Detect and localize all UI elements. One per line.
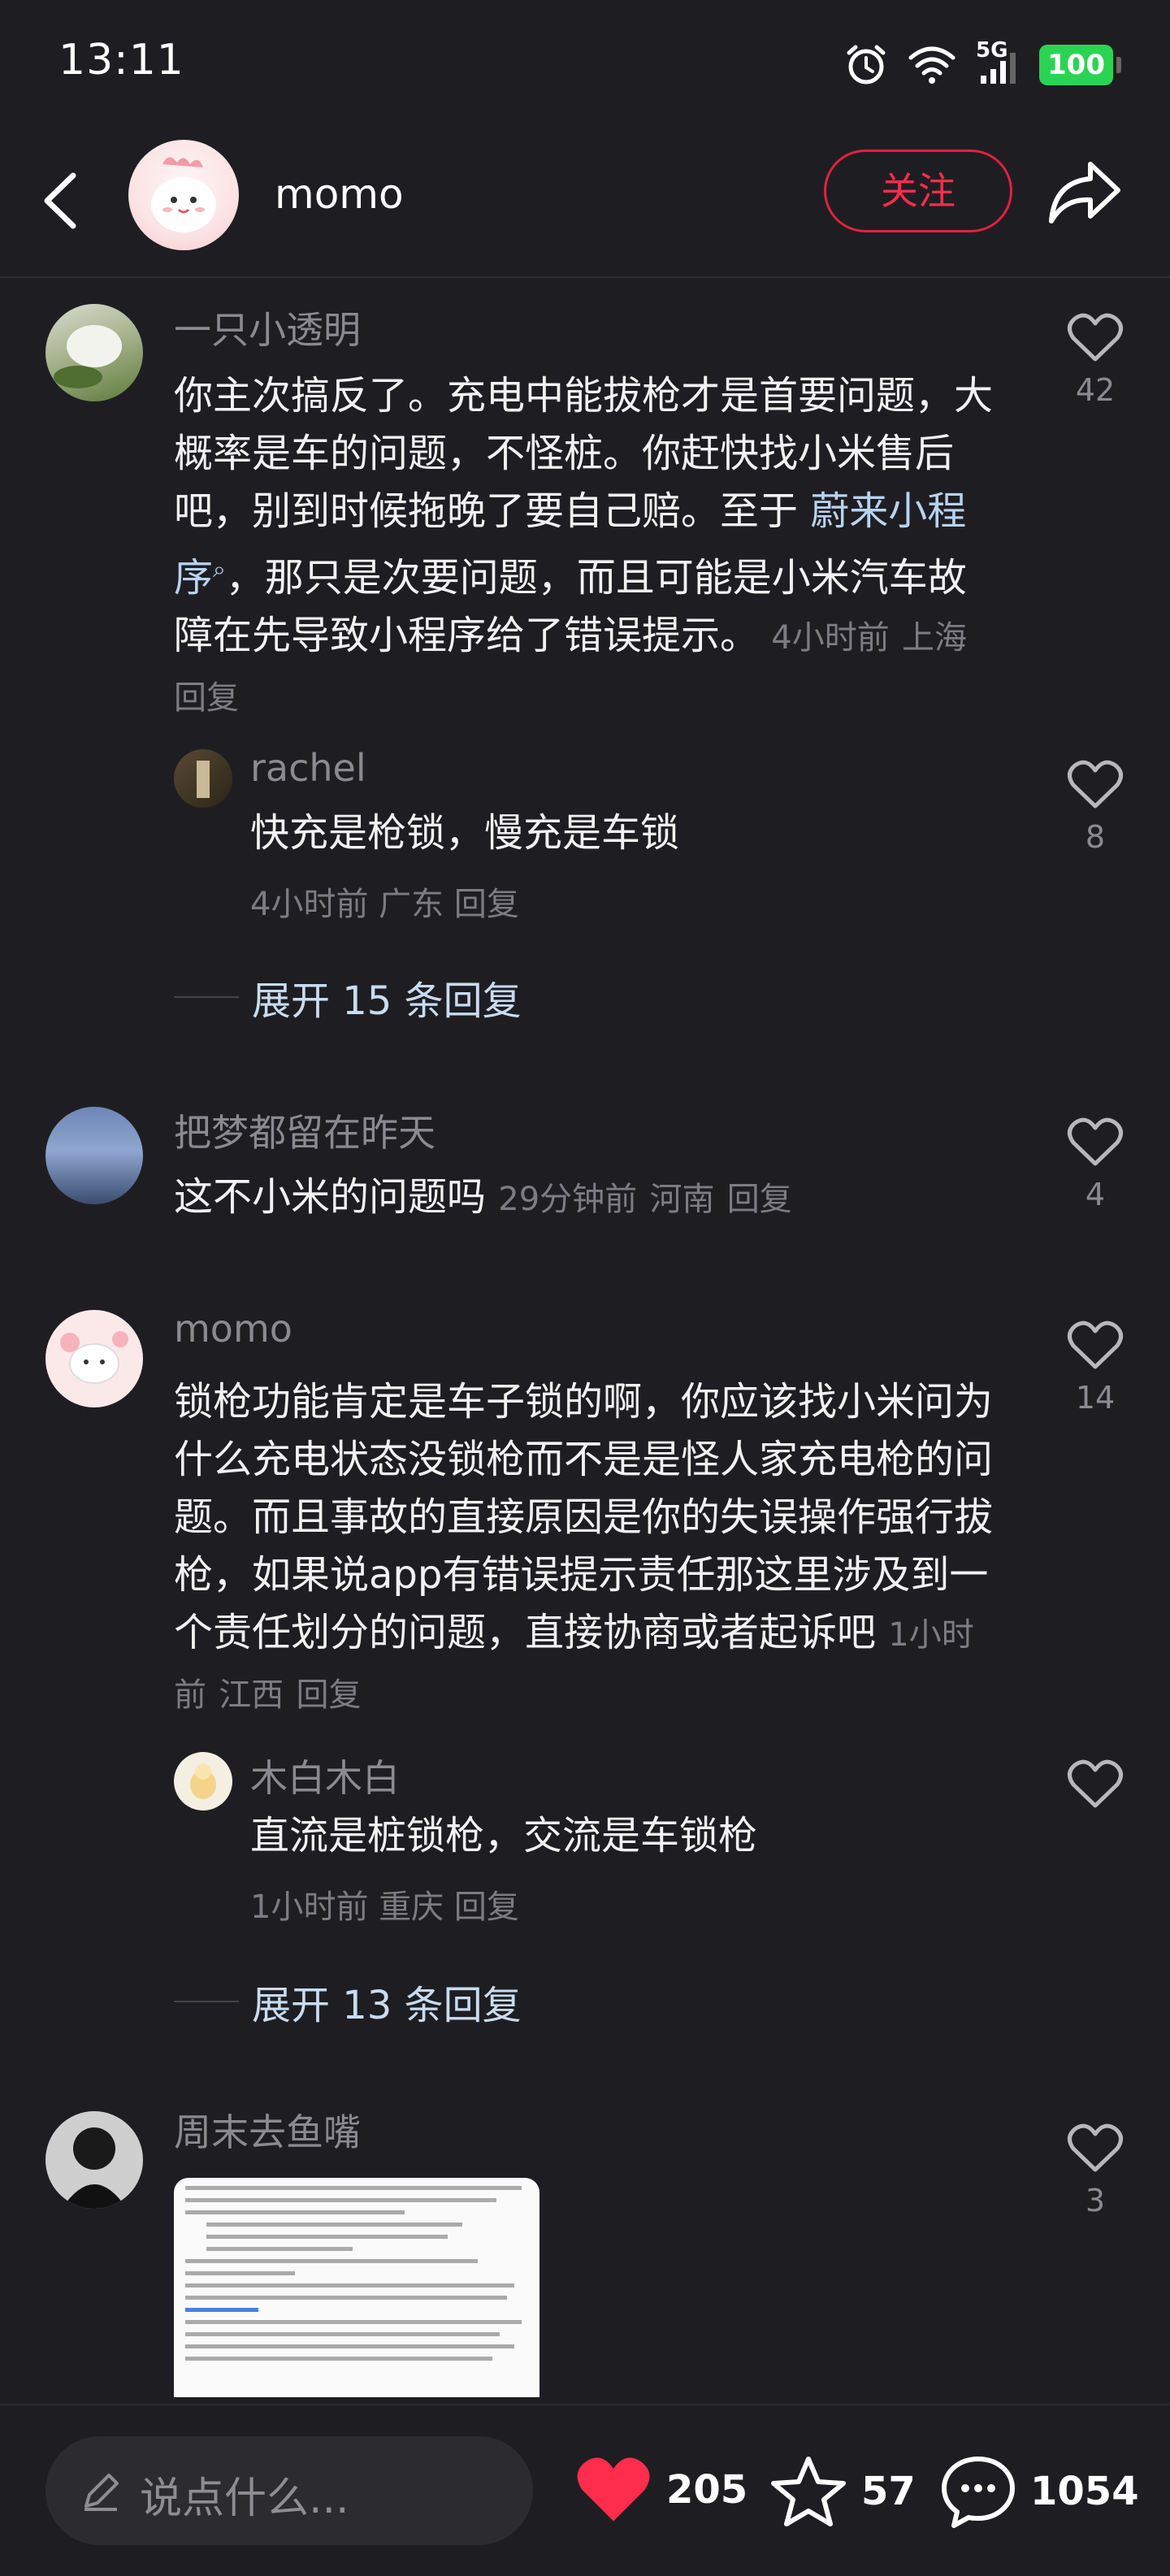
like-count: 3: [1085, 2183, 1106, 2218]
comment-item: 一只小透明 你主次搞反了。充电中能拔枪才是首要问题，大概率是车的问题，不怪桩。你…: [0, 293, 1170, 717]
comment-text: 快充是枪锁，慢充是车锁: [250, 810, 680, 856]
comment-region: 江西: [219, 1676, 284, 1714]
status-bar: 13:11 5G 100: [0, 0, 1170, 130]
like-button[interactable]: 14: [1060, 1320, 1131, 1416]
comment-text: 锁枪功能肯定是车子锁的啊，你应该找小米问为什么充电状态没锁枪而不是是怪人家充电枪…: [174, 1373, 1003, 1724]
like-count: 42: [1075, 372, 1116, 408]
back-icon[interactable]: [32, 164, 89, 237]
comment-author[interactable]: 木白木白: [250, 1749, 400, 1802]
comment-image[interactable]: [174, 2178, 540, 2397]
comment-input[interactable]: 说点什么...: [46, 2436, 533, 2545]
reply-button[interactable]: 回复: [727, 1181, 792, 1218]
heart-icon: [1068, 1117, 1123, 1166]
status-time: 13:11: [58, 36, 184, 85]
input-placeholder: 说点什么...: [140, 2474, 349, 2523]
star-icon: [771, 2457, 846, 2526]
like-post-button[interactable]: 205: [574, 2454, 748, 2526]
expand-replies-label: 展开 13 条回复: [252, 1983, 522, 2028]
expand-replies-label: 展开 15 条回复: [252, 978, 522, 1024]
comment-item: momo 锁枪功能肯定是车子锁的啊，你应该找小米问为什么充电状态没锁枪而不是是怪…: [0, 1300, 1170, 1723]
like-count: 14: [1075, 1380, 1116, 1416]
avatar[interactable]: [46, 1310, 143, 1407]
reply-button[interactable]: 回复: [454, 886, 519, 923]
comment-region: 上海: [902, 619, 967, 657]
reply-button[interactable]: 回复: [174, 679, 239, 717]
heart-icon: [1068, 1321, 1123, 1369]
comment-body: 这不小米的问题吗: [174, 1174, 487, 1220]
heart-icon: [1068, 1759, 1123, 1808]
comment-time: 4小时前: [250, 886, 369, 923]
expand-replies-button[interactable]: 展开 15 条回复: [174, 969, 522, 1026]
comment-text: 直流是桩锁枪，交流是车锁枪: [250, 1813, 758, 1858]
alarm-icon: [847, 45, 886, 85]
comment-meta: 1小时前 重庆 回复: [250, 1880, 519, 1928]
heart-icon: [1068, 2123, 1123, 2172]
comment-author[interactable]: 一只小透明: [174, 301, 361, 354]
wifi-icon: [908, 46, 956, 84]
avatar[interactable]: [46, 304, 143, 401]
share-icon[interactable]: [1043, 154, 1124, 228]
comment-region: 广东: [379, 886, 444, 923]
signal-icon: 5G: [976, 38, 1020, 87]
comment-author[interactable]: 周末去鱼嘴: [174, 2103, 361, 2157]
reply-item: 木白木白 直流是桩锁枪，交流是车锁枪 1小时前 重庆 回复: [0, 1744, 1170, 1931]
comment-meta: 4小时前 广东 回复: [250, 878, 519, 925]
comment-author[interactable]: rachel: [250, 746, 366, 790]
favorite-button[interactable]: 57: [769, 2454, 916, 2529]
comment-time: 29分钟前: [498, 1181, 638, 1218]
divider: [174, 996, 239, 998]
comment-time: 4小时前: [771, 619, 890, 657]
pencil-icon: [84, 2474, 119, 2511]
like-button[interactable]: [1060, 1759, 1131, 1819]
follow-button[interactable]: 关注: [824, 150, 1012, 232]
comment-text: 这不小米的问题吗 29分钟前 河南 回复: [174, 1169, 1003, 1229]
comment-text: 你主次搞反了。充电中能拔枪才是首要问题，大概率是车的问题，不怪桩。你赶快找小米售…: [174, 367, 1003, 727]
like-count: 4: [1085, 1177, 1106, 1212]
avatar[interactable]: [128, 140, 239, 250]
comment-author[interactable]: 把梦都留在昨天: [174, 1104, 436, 1157]
divider: [174, 2001, 239, 2002]
like-button[interactable]: 4: [1060, 1117, 1131, 1212]
avatar[interactable]: [174, 1752, 232, 1811]
comment-region: 重庆: [379, 1889, 444, 1926]
comment-body: 锁枪功能肯定是车子锁的啊，你应该找小米问为什么充电状态没锁枪而不是是怪人家充电枪…: [174, 1379, 994, 1655]
comment-author[interactable]: momo: [174, 1307, 292, 1351]
avatar[interactable]: [46, 2111, 143, 2209]
reply-button[interactable]: 回复: [297, 1676, 362, 1714]
comment-item: 把梦都留在昨天 这不小米的问题吗 29分钟前 河南 回复 4: [0, 1097, 1170, 1235]
like-count: 8: [1085, 819, 1106, 855]
comment-icon: [942, 2457, 1015, 2528]
like-button[interactable]: 3: [1060, 2123, 1131, 2218]
reply-item: rachel 快充是枪锁，慢充是车锁 4小时前 广东 回复 8: [0, 739, 1170, 926]
comments-button[interactable]: 1054: [939, 2454, 1139, 2529]
avatar[interactable]: [46, 1107, 143, 1204]
expand-replies-button[interactable]: 展开 13 条回复: [174, 1973, 522, 2030]
heart-icon: [577, 2457, 650, 2522]
heart-icon: [1068, 313, 1123, 362]
comment-region: 河南: [649, 1181, 715, 1218]
bottom-bar: 说点什么... 205 57 1054: [0, 2404, 1170, 2576]
author-name[interactable]: momo: [275, 171, 404, 218]
like-button[interactable]: 8: [1060, 759, 1131, 855]
like-button[interactable]: 42: [1060, 312, 1131, 408]
reply-button[interactable]: 回复: [454, 1889, 519, 1926]
favorite-total: 57: [861, 2469, 916, 2514]
battery-indicator: 100: [1039, 45, 1113, 85]
avatar[interactable]: [174, 749, 232, 808]
comment-time: 1小时前: [250, 1889, 369, 1926]
comment-total: 1054: [1030, 2469, 1139, 2514]
header: momo 关注: [0, 130, 1170, 278]
status-icons: 5G 100: [844, 38, 1121, 89]
like-total: 205: [666, 2467, 748, 2513]
heart-icon: [1068, 760, 1123, 809]
battery-tip: [1116, 57, 1121, 73]
